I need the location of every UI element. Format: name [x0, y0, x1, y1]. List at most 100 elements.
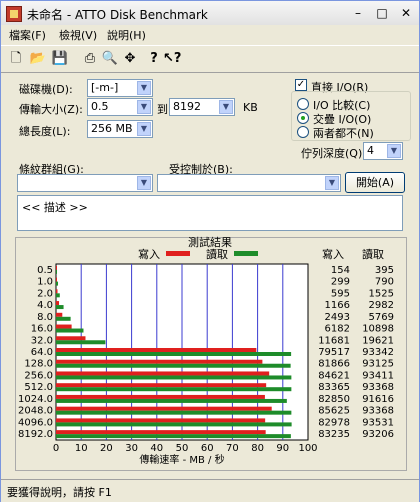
read-bar [56, 434, 291, 439]
x-tick-label: 100 [298, 443, 317, 454]
y-tick-label: 64.0 [31, 347, 53, 358]
direct-io-checkbox[interactable]: ✓ [295, 79, 307, 91]
move-icon[interactable]: ✥ [121, 50, 139, 68]
chevron-down-icon: ▼ [137, 122, 151, 136]
read-value: 93342 [362, 347, 394, 358]
y-tick-label: 0.5 [37, 265, 53, 276]
read-value: 790 [375, 277, 394, 288]
y-tick-label: 2.0 [37, 288, 53, 299]
results-panel: 測試結果 寫入 讀取 寫入 讀取 0 10 20 30 40 50 60 70 80 90 100 傳… [15, 236, 407, 471]
read-bar [56, 340, 106, 345]
transfer-to-select[interactable]: 8192 ▼ [169, 98, 235, 116]
read-bar [56, 281, 59, 286]
menu-bar: 檔案(F) 檢視(V) 說明(H) [1, 25, 419, 44]
read-value: 19621 [362, 335, 394, 346]
new-icon[interactable]: 🗋 [7, 50, 25, 68]
minimize-button[interactable]: – [347, 4, 369, 22]
write-value: 595 [331, 288, 350, 299]
write-bar [56, 301, 60, 306]
chevron-down-icon: ▼ [137, 81, 151, 95]
write-value: 85625 [318, 406, 350, 417]
description-text: << 描述 >> [22, 201, 88, 214]
write-bar [56, 418, 266, 423]
queue-depth-label: 佇列深度(Q): [301, 147, 366, 160]
read-bar [56, 398, 287, 403]
overlapped-io-radio[interactable] [297, 112, 309, 124]
chevron-down-icon: ▼ [137, 176, 151, 190]
menu-file[interactable]: 檔案(F) [9, 27, 46, 43]
read-bar [56, 328, 84, 333]
chevron-down-icon: ▼ [325, 176, 339, 190]
write-value: 1166 [325, 300, 350, 311]
y-tick-label: 8.0 [37, 312, 53, 323]
write-bar [56, 265, 57, 270]
stripe-group-select[interactable]: ▼ [17, 174, 153, 192]
write-value: 79517 [318, 347, 350, 358]
write-bar [56, 359, 263, 364]
read-bar [56, 352, 292, 356]
read-bar [56, 269, 58, 274]
y-tick-label: 256.0 [24, 370, 53, 381]
write-value: 84621 [318, 370, 350, 381]
total-length-select[interactable]: 256 MB ▼ [87, 120, 153, 138]
write-bar [56, 371, 270, 376]
write-value: 81866 [318, 359, 350, 370]
print-icon[interactable]: ⎙ [81, 50, 99, 68]
y-tick-label: 1024.0 [18, 394, 53, 405]
transfer-size-label: 傳輸大小(Z): [19, 103, 83, 116]
about-icon[interactable]: ? [145, 50, 163, 68]
queue-depth-select[interactable]: 4 ▼ [363, 142, 403, 160]
maximize-button[interactable]: □ [371, 4, 393, 22]
menu-help[interactable]: 說明(H) [107, 27, 146, 43]
chevron-down-icon: ▼ [387, 144, 401, 158]
y-tick-label: 8192.0 [18, 429, 53, 440]
read-value: 93411 [362, 370, 394, 381]
y-tick-label: 4.0 [37, 300, 53, 311]
read-bar [56, 375, 292, 380]
write-bar [56, 289, 58, 294]
close-button[interactable]: ✕ [395, 4, 417, 22]
write-bar [56, 312, 63, 317]
drive-select[interactable]: [-m-] ▼ [87, 79, 153, 97]
write-bar [56, 324, 72, 329]
io-compare-radio[interactable] [297, 98, 309, 110]
read-value: 93125 [362, 359, 394, 370]
y-tick-label: 4096.0 [18, 417, 53, 428]
context-help-icon[interactable]: ↖? [163, 50, 181, 68]
description-box[interactable]: << 描述 >> [17, 195, 403, 231]
read-bar [56, 422, 292, 427]
title-bar: 未命名 - ATTO Disk Benchmark – □ ✕ [1, 1, 419, 26]
chevron-down-icon: ▼ [137, 100, 151, 114]
x-axis-label: 傳輸速率 - MB / 秒 [139, 453, 224, 466]
write-bar [56, 383, 267, 388]
controlled-by-select[interactable]: ▼ [157, 174, 341, 192]
toolbar: 🗋 📂 💾 ⎙ 🔍 ✥ ? ↖? [1, 45, 419, 73]
status-text: 要獲得說明，請按 F1 [7, 486, 112, 499]
neither-radio[interactable] [297, 126, 309, 138]
write-value: 82850 [318, 394, 350, 405]
read-bar [56, 363, 291, 368]
read-bar [56, 410, 292, 415]
x-tick-label: 50 [176, 443, 189, 454]
read-bar [56, 305, 64, 310]
write-value: 299 [331, 277, 350, 288]
save-icon[interactable]: 💾 [51, 50, 69, 68]
neither-label: 兩者都不(N) [313, 127, 374, 140]
y-tick-label: 16.0 [31, 324, 53, 335]
status-bar: 要獲得說明，請按 F1 [1, 479, 419, 502]
open-icon[interactable]: 📂 [29, 50, 47, 68]
write-bar [56, 348, 257, 352]
write-value: 83235 [318, 429, 350, 440]
menu-view[interactable]: 檢視(V) [59, 27, 97, 43]
read-value: 2982 [369, 300, 394, 311]
print-preview-icon[interactable]: 🔍 [101, 50, 119, 68]
start-button[interactable]: 開始(A) [345, 172, 405, 193]
read-value: 10898 [362, 324, 394, 335]
y-tick-label: 2048.0 [18, 406, 53, 417]
write-value: 154 [331, 265, 350, 276]
write-value: 6182 [325, 324, 350, 335]
transfer-from-select[interactable]: 0.5 ▼ [87, 98, 153, 116]
y-tick-label: 1.0 [37, 277, 53, 288]
read-value: 93368 [362, 382, 394, 393]
to-label: 到 [157, 103, 168, 116]
